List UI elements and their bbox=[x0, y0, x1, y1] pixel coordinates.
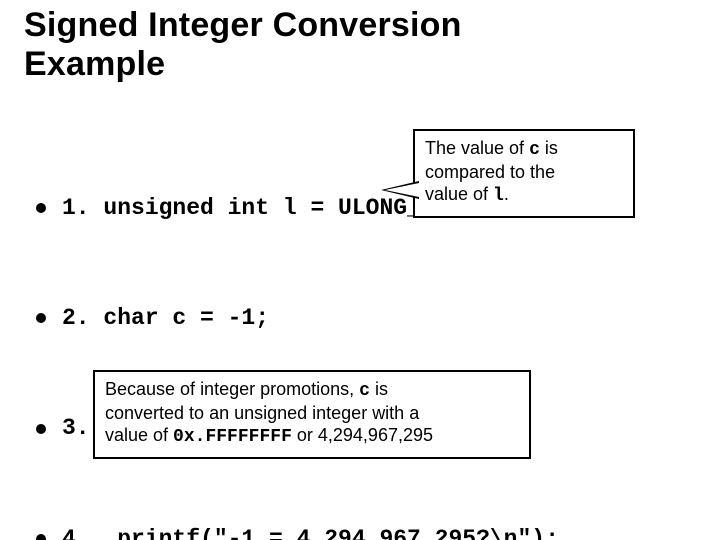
callout-top-text-5: . bbox=[504, 184, 509, 204]
slide-title: Signed Integer Conversion Example bbox=[24, 6, 462, 84]
callout-bottom-text-4: value of bbox=[105, 425, 173, 445]
bullet-icon bbox=[36, 424, 46, 434]
code-line-2: 2. char c = -1; bbox=[36, 300, 559, 337]
bullet-icon bbox=[36, 534, 46, 540]
title-line-1: Signed Integer Conversion bbox=[24, 6, 462, 44]
callout-top-text-4: value of bbox=[425, 184, 493, 204]
slide: Signed Integer Conversion Example 1. uns… bbox=[0, 0, 720, 540]
bullet-icon bbox=[36, 313, 46, 323]
callout-pointer-fill-icon bbox=[385, 183, 419, 197]
callout-bottom-text-2: is bbox=[370, 379, 388, 399]
callout-bottom-code-hex: 0x.FFFFFFFF bbox=[173, 427, 292, 447]
code-text-4: 4. printf("-1 = 4,294,967,295?\n"); bbox=[62, 521, 559, 540]
bullet-icon bbox=[36, 203, 46, 213]
callout-top-text-1: The value of bbox=[425, 138, 529, 158]
callout-bottom-code-c: c bbox=[359, 381, 370, 401]
callout-top-code-c: c bbox=[529, 140, 540, 160]
callout-bottom-text-3: converted to an unsigned integer with a bbox=[105, 403, 419, 423]
code-line-4: 4. printf("-1 = 4,294,967,295?\n"); bbox=[36, 521, 559, 540]
callout-top-text-2: is bbox=[540, 138, 558, 158]
title-line-2: Example bbox=[24, 45, 165, 83]
code-text-2: 2. char c = -1; bbox=[62, 300, 269, 337]
callout-bottom-text-5: or 4,294,967,295 bbox=[292, 425, 433, 445]
callout-top: The value of c is compared to the value … bbox=[413, 129, 635, 218]
callout-bottom-text-1: Because of integer promotions, bbox=[105, 379, 359, 399]
callout-top-text-3: compared to the bbox=[425, 162, 555, 182]
callout-bottom: Because of integer promotions, c is conv… bbox=[93, 370, 531, 459]
callout-top-code-l: l bbox=[493, 186, 504, 206]
